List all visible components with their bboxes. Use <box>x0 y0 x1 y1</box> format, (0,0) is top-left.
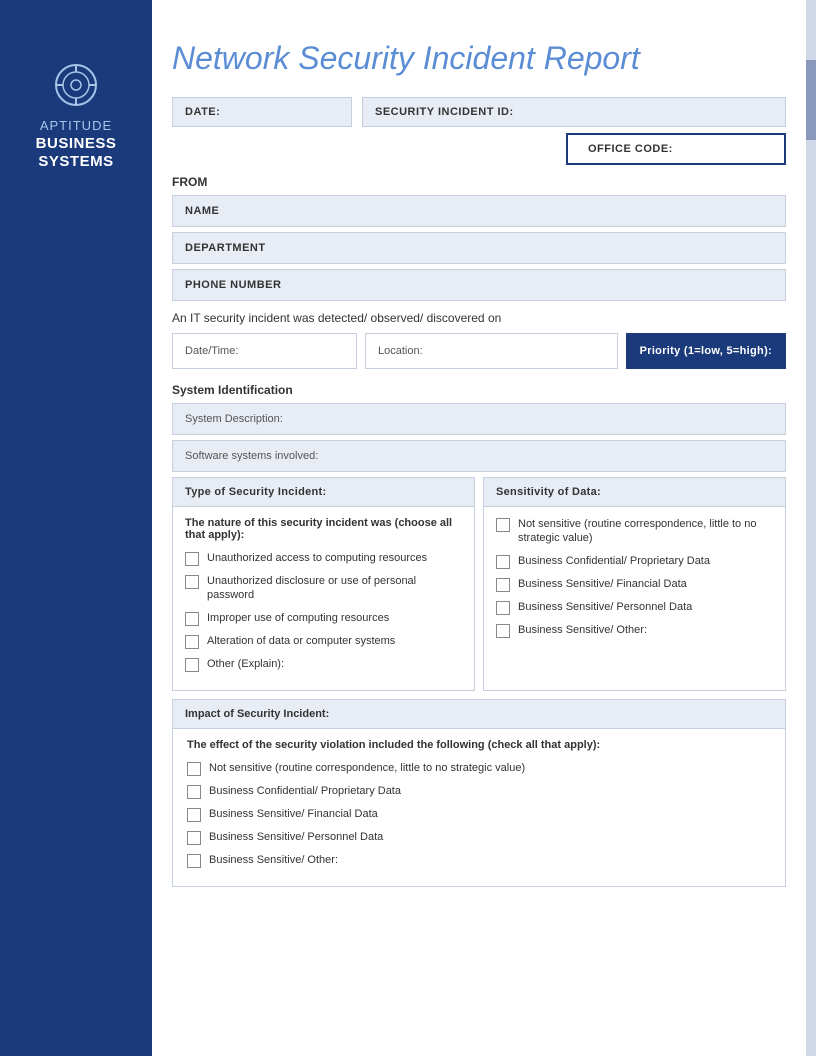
office-code-field[interactable]: OFFICE CODE: <box>566 133 786 165</box>
type-of-incident-header: Type of Security Incident: <box>173 478 474 507</box>
checkbox-personnel-i[interactable] <box>187 831 201 845</box>
checkbox-not-sensitive-i[interactable] <box>187 762 201 776</box>
checkbox-financial-i[interactable] <box>187 808 201 822</box>
checkbox-label-other-incident: Other (Explain): <box>207 657 284 671</box>
date-field[interactable]: DATE: <box>172 97 352 127</box>
scrollbar[interactable] <box>806 0 816 1056</box>
checkbox-label-other-s: Business Sensitive/ Other: <box>518 623 647 637</box>
incident-detected-text: An IT security incident was detected/ ob… <box>172 311 786 325</box>
checkbox-label-confidential-s: Business Confidential/ Proprietary Data <box>518 554 710 568</box>
checkbox-item-personnel-s[interactable]: Business Sensitive/ Personnel Data <box>496 600 773 615</box>
checkbox-item-not-sensitive-i[interactable]: Not sensitive (routine correspondence, l… <box>187 761 771 776</box>
checkbox-item-other-s[interactable]: Business Sensitive/ Other: <box>496 623 773 638</box>
checkbox-label-other-i: Business Sensitive/ Other: <box>209 853 338 867</box>
priority-field[interactable]: Priority (1=low, 5=high): <box>626 333 786 369</box>
checkbox-item-confidential-s[interactable]: Business Confidential/ Proprietary Data <box>496 554 773 569</box>
report-title: Network Security Incident Report <box>172 40 786 77</box>
checkbox-label-financial-i: Business Sensitive/ Financial Data <box>209 807 378 821</box>
checkbox-label-personnel-i: Business Sensitive/ Personnel Data <box>209 830 383 844</box>
type-of-incident-col: Type of Security Incident: The nature of… <box>172 477 475 691</box>
security-incident-id-field[interactable]: SECURITY INCIDENT ID: <box>362 97 786 127</box>
phone-field[interactable]: PHONE NUMBER <box>172 269 786 301</box>
office-code-row: OFFICE CODE: <box>172 133 786 165</box>
sensitivity-col: Sensitivity of Data: Not sensitive (rout… <box>483 477 786 691</box>
impact-intro: The effect of the security violation inc… <box>187 739 771 751</box>
system-identification-label: System Identification <box>172 383 786 397</box>
checkbox-unauthorized-access[interactable] <box>185 552 199 566</box>
checkbox-item-unauthorized-access[interactable]: Unauthorized access to computing resourc… <box>185 551 462 566</box>
impact-body: The effect of the security violation inc… <box>173 729 785 886</box>
checkbox-item-other-i[interactable]: Business Sensitive/ Other: <box>187 853 771 868</box>
sidebar-business-label: BUSINESS SYSTEMS <box>0 135 152 171</box>
checkbox-not-sensitive-s[interactable] <box>496 518 510 532</box>
checkbox-other-s[interactable] <box>496 624 510 638</box>
detect-row: Date/Time: Location: Priority (1=low, 5=… <box>172 333 786 369</box>
location-field[interactable]: Location: <box>365 333 618 369</box>
checkbox-label-not-sensitive-s: Not sensitive (routine correspondence, l… <box>518 517 773 546</box>
checkbox-item-personnel-i[interactable]: Business Sensitive/ Personnel Data <box>187 830 771 845</box>
checkbox-item-alteration[interactable]: Alteration of data or computer systems <box>185 634 462 649</box>
checkbox-label-alteration: Alteration of data or computer systems <box>207 634 395 648</box>
checkbox-item-not-sensitive-s[interactable]: Not sensitive (routine correspondence, l… <box>496 517 773 546</box>
checkbox-label-not-sensitive-i: Not sensitive (routine correspondence, l… <box>209 761 525 775</box>
incident-sensitivity-section: Type of Security Incident: The nature of… <box>172 477 786 691</box>
software-systems-field[interactable]: Software systems involved: <box>172 440 786 472</box>
checkbox-confidential-i[interactable] <box>187 785 201 799</box>
type-of-incident-body: The nature of this security incident was… <box>173 507 474 690</box>
scrollbar-thumb[interactable] <box>806 60 816 140</box>
checkbox-label-unauthorized-disclosure: Unauthorized disclosure or use of person… <box>207 574 462 603</box>
datetime-field[interactable]: Date/Time: <box>172 333 357 369</box>
nature-text: The nature of this security incident was… <box>185 517 462 541</box>
system-description-field[interactable]: System Description: <box>172 403 786 435</box>
from-label: FROM <box>172 175 786 189</box>
checkbox-unauthorized-disclosure[interactable] <box>185 575 199 589</box>
sensitivity-header: Sensitivity of Data: <box>484 478 785 507</box>
checkbox-item-unauthorized-disclosure[interactable]: Unauthorized disclosure or use of person… <box>185 574 462 603</box>
checkbox-label-financial-s: Business Sensitive/ Financial Data <box>518 577 687 591</box>
impact-section: Impact of Security Incident: The effect … <box>172 699 786 887</box>
main-content: Network Security Incident Report DATE: S… <box>152 0 816 935</box>
top-fields-row: DATE: SECURITY INCIDENT ID: <box>172 97 786 127</box>
checkbox-alteration[interactable] <box>185 635 199 649</box>
checkbox-label-improper-use: Improper use of computing resources <box>207 611 389 625</box>
sensitivity-body: Not sensitive (routine correspondence, l… <box>484 507 785 656</box>
checkbox-financial-s[interactable] <box>496 578 510 592</box>
checkbox-improper-use[interactable] <box>185 612 199 626</box>
checkbox-other-i[interactable] <box>187 854 201 868</box>
checkbox-label-unauthorized-access: Unauthorized access to computing resourc… <box>207 551 427 565</box>
checkbox-item-financial-i[interactable]: Business Sensitive/ Financial Data <box>187 807 771 822</box>
target-icon <box>51 60 101 110</box>
checkbox-item-confidential-i[interactable]: Business Confidential/ Proprietary Data <box>187 784 771 799</box>
impact-header: Impact of Security Incident: <box>173 700 785 729</box>
sidebar: APTITUDE BUSINESS SYSTEMS <box>0 0 152 1056</box>
checkbox-personnel-s[interactable] <box>496 601 510 615</box>
department-field[interactable]: DEPARTMENT <box>172 232 786 264</box>
sidebar-aptitude-label: APTITUDE <box>40 118 112 133</box>
checkbox-item-improper-use[interactable]: Improper use of computing resources <box>185 611 462 626</box>
checkbox-label-confidential-i: Business Confidential/ Proprietary Data <box>209 784 401 798</box>
name-field[interactable]: NAME <box>172 195 786 227</box>
checkbox-confidential-s[interactable] <box>496 555 510 569</box>
checkbox-other-incident[interactable] <box>185 658 199 672</box>
checkbox-item-financial-s[interactable]: Business Sensitive/ Financial Data <box>496 577 773 592</box>
checkbox-item-other-incident[interactable]: Other (Explain): <box>185 657 462 672</box>
checkbox-label-personnel-s: Business Sensitive/ Personnel Data <box>518 600 692 614</box>
